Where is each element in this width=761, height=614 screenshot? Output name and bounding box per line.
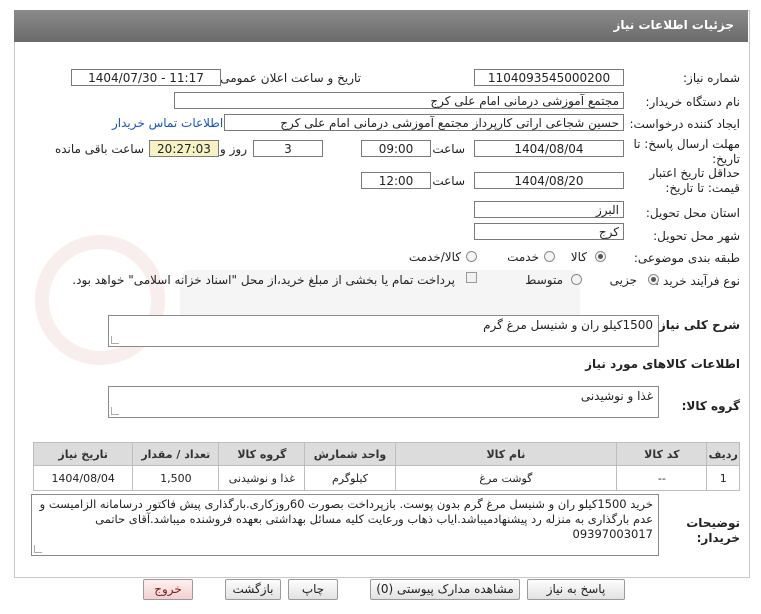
view-attachments-button[interactable]: مشاهده مدارک پیوستی (0): [370, 579, 520, 600]
table-row: 1 -- گوشت مرغ کیلوگرم غذا و نوشیدنی 1,50…: [32, 465, 740, 491]
cell-name: گوشت مرغ: [394, 465, 618, 491]
goods-section-title: اطلاعات کالاهای مورد نیاز: [585, 357, 740, 371]
buyer-notes-label: توضیحات: [686, 516, 740, 530]
col-row: ردیف: [706, 442, 740, 466]
buyer-contact-link[interactable]: اطلاعات تماس خریدار: [112, 116, 223, 130]
panel-title: جزئیات اطلاعات نیاز: [613, 18, 734, 32]
buyer-notes-line-1: خرید 1500کیلو ران و شنیسل مرغ گرم بدون پ…: [39, 497, 653, 511]
validity-time-label: ساعت: [432, 174, 465, 188]
need-number-field: 1104093545000200: [474, 69, 624, 86]
category-option-goods-service: کالا/خدمت: [408, 250, 461, 264]
process-option-medium: متوسط: [525, 273, 563, 287]
reply-button[interactable]: پاسخ به نیاز: [527, 579, 625, 600]
validity-label: حداقل تاریخ اعتبار: [649, 166, 740, 180]
cell-row: 1: [706, 465, 740, 491]
deadline-label: مهلت ارسال پاسخ: تا: [633, 137, 740, 151]
buyer-notes-textarea: خرید 1500کیلو ران و شنیسل مرغ گرم بدون پ…: [31, 494, 659, 556]
summary-text: 1500کیلو ران و شنیسل مرغ گرم: [483, 318, 653, 332]
treasury-payment-checkbox[interactable]: [466, 272, 477, 283]
deadline-date-field: 1404/08/04: [474, 140, 624, 157]
need-number-label: شماره نیاز:: [683, 71, 740, 85]
print-button[interactable]: چاپ: [288, 579, 338, 600]
buyer-notes-line-2: عدم بارگذاری به منزله رد پیشنهادمیباشد.ا…: [95, 512, 653, 526]
buyer-org-label: نام دستگاه خریدار:: [645, 95, 741, 109]
resize-grip-icon[interactable]: [34, 545, 42, 553]
remaining-time-label: ساعت باقی مانده: [54, 142, 144, 156]
col-quantity: تعداد / مقدار: [132, 442, 220, 466]
validity-time-field: 12:00: [361, 172, 431, 189]
city-field: کرج: [474, 223, 624, 240]
buyer-notes-label-2: خریدار:: [696, 531, 740, 545]
table-header-row: ردیف کد کالا نام کالا واحد شمارش گروه کا…: [32, 442, 740, 466]
exit-button[interactable]: خروج: [143, 579, 193, 600]
process-option-partial: جزیی: [609, 273, 637, 287]
col-name: نام کالا: [394, 442, 618, 466]
days-label: روز و: [220, 142, 247, 156]
announce-label: تاریخ و ساعت اعلان عمومی:: [216, 71, 361, 85]
validity-label-2: قیمت: تا تاریخ:: [665, 181, 740, 195]
deadline-time-label: ساعت: [432, 142, 465, 156]
buyer-org-field: مجتمع آموزشی درمانی امام علی کرج: [174, 92, 624, 109]
resize-grip-icon[interactable]: [111, 336, 119, 344]
requester-field: حسین شجاعی اراتی کارپرداز مجتمع آموزشی د…: [224, 114, 624, 131]
cell-date: 1404/08/04: [32, 465, 134, 491]
col-group: گروه کالا: [218, 442, 306, 466]
col-date: تاریخ نیاز: [32, 442, 134, 466]
category-radio-goods-service[interactable]: [466, 251, 477, 262]
col-unit: واحد شمارش: [304, 442, 396, 466]
cell-unit: کیلوگرم: [304, 465, 396, 491]
deadline-label-2: تاریخ:: [712, 152, 740, 166]
cell-code: --: [616, 465, 708, 491]
resize-grip-icon[interactable]: [111, 407, 119, 415]
cell-quantity: 1,500: [132, 465, 220, 491]
panel-header: جزئیات اطلاعات نیاز: [14, 10, 748, 42]
process-radio-partial[interactable]: [648, 274, 659, 285]
province-label: استان محل تحویل:: [645, 206, 740, 220]
process-type-label: نوع فرآیند خرید :: [655, 274, 740, 288]
deadline-time-field: 09:00: [361, 140, 431, 157]
col-code: کد کالا: [616, 442, 708, 466]
remaining-time-field: 20:27:03: [149, 140, 219, 157]
cell-group: غذا و نوشیدنی: [218, 465, 306, 491]
category-option-goods: کالا: [570, 250, 587, 264]
goods-group-text: غذا و نوشیدنی: [580, 389, 653, 403]
announce-datetime-field: 1404/07/30 - 11:17: [71, 69, 221, 86]
city-label: شهر محل تحویل:: [653, 229, 740, 243]
days-remaining-field: 3: [253, 140, 323, 157]
summary-label: شرح کلی نیاز:: [654, 318, 740, 332]
category-radio-goods[interactable]: [595, 251, 606, 262]
summary-textarea: 1500کیلو ران و شنیسل مرغ گرم: [108, 315, 659, 347]
category-label: طبقه بندی موضوعی:: [633, 251, 740, 265]
category-radio-service[interactable]: [544, 251, 555, 262]
goods-group-label: گروه کالا:: [681, 399, 740, 413]
buyer-notes-line-3: 09397003017: [572, 527, 653, 541]
validity-date-field: 1404/08/20: [474, 172, 624, 189]
goods-table: ردیف کد کالا نام کالا واحد شمارش گروه کا…: [32, 442, 740, 491]
treasury-payment-note: پرداخت تمام یا بخشی از مبلغ خرید،از محل …: [72, 273, 455, 287]
back-button[interactable]: بازگشت: [225, 579, 281, 600]
category-option-service: خدمت: [507, 250, 539, 264]
goods-group-textarea: غذا و نوشیدنی: [108, 386, 659, 418]
province-field: البرز: [474, 201, 624, 218]
process-radio-medium[interactable]: [571, 274, 582, 285]
requester-label: ایجاد کننده درخواست:: [629, 117, 740, 131]
